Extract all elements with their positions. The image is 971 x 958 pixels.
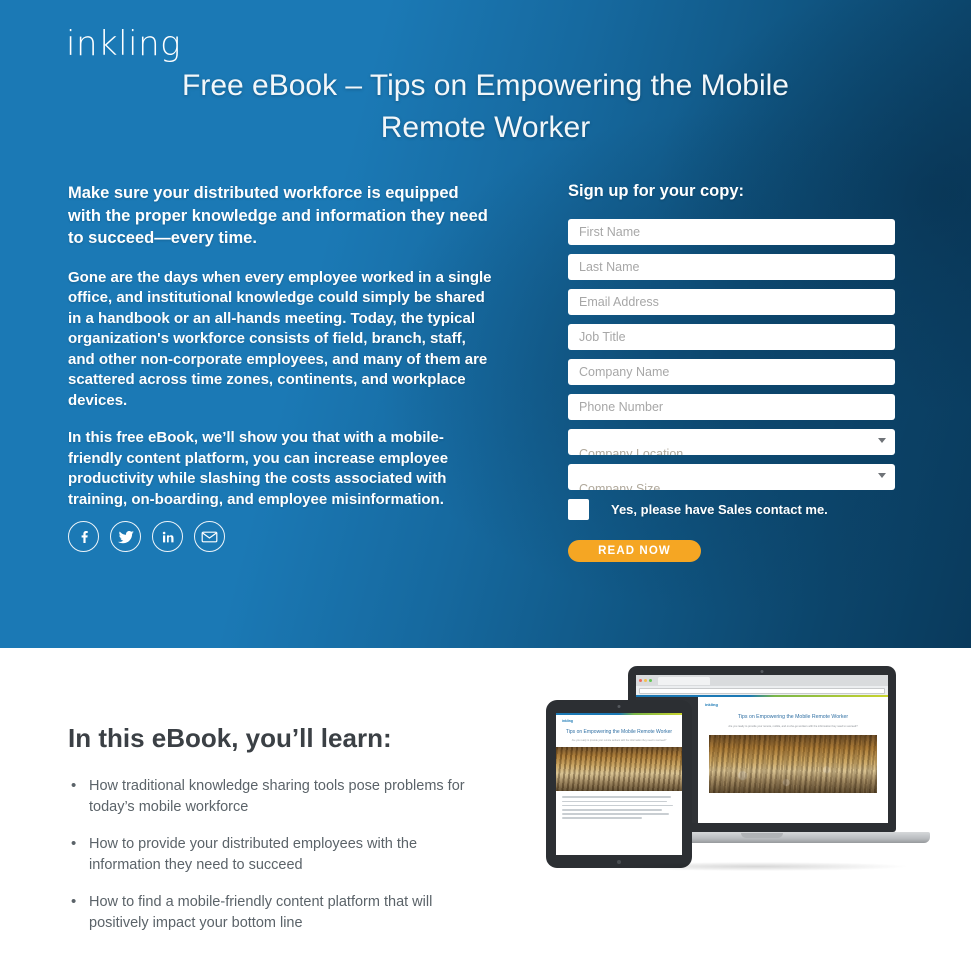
company-name-input[interactable] (568, 359, 895, 385)
social-link-twitter[interactable] (110, 521, 141, 552)
browser-url-field (639, 687, 885, 694)
company-location-select-wrap: Company Location (568, 429, 895, 455)
list-item: How traditional knowledge sharing tools … (68, 775, 488, 818)
company-size-select-wrap: Company Size (568, 464, 895, 490)
ebook-content: inkling Tips on Empowering the Mobile Re… (698, 697, 888, 823)
device-mockup-image: inkling Tips on Empowering the Mobile Re… (546, 666, 946, 886)
sales-contact-label: Yes, please have Sales contact me. (611, 502, 828, 517)
facebook-icon (77, 530, 91, 544)
read-now-button[interactable]: READ NOW (568, 540, 701, 562)
first-name-input[interactable] (568, 219, 895, 245)
job-title-input[interactable] (568, 324, 895, 350)
chevron-down-icon (878, 473, 886, 478)
browser-address-bar (636, 686, 888, 695)
browser-tab-bar (636, 675, 888, 686)
browser-tab (658, 676, 710, 685)
tablet-crowd-photo (556, 747, 682, 792)
last-name-input[interactable] (568, 254, 895, 280)
learn-section: In this eBook, you’ll learn: How traditi… (0, 648, 971, 958)
twitter-icon (117, 530, 134, 544)
social-share-row (68, 521, 225, 552)
ebook-logo: inkling (705, 702, 718, 707)
company-location-select-value: Company Location (579, 448, 684, 455)
hero-lead-paragraph: Make sure your distributed workforce is … (68, 184, 488, 247)
tablet-camera-icon (617, 705, 621, 708)
phone-number-input[interactable] (568, 394, 895, 420)
tablet-ebook-subtitle: Are you ready to provide your remote wor… (571, 739, 667, 742)
hero-section: inkling Free eBook – Tips on Empowering … (0, 0, 971, 648)
window-minimize-icon (644, 679, 647, 682)
sales-contact-row: Yes, please have Sales contact me. (568, 499, 895, 520)
hero-paragraph-2: Gone are the days when every employee wo… (68, 268, 492, 409)
list-item: How to provide your distributed employee… (68, 833, 488, 876)
tablet-mockup: inkling Tips on Empowering the Mobile Re… (546, 700, 692, 868)
form-heading: Sign up for your copy: (568, 182, 744, 200)
ebook-subtitle: Are you ready to provide your remote, mo… (728, 725, 858, 728)
signup-form: Sign up for your copy: Company Location … (568, 182, 895, 562)
social-link-facebook[interactable] (68, 521, 99, 552)
company-location-select[interactable]: Company Location (568, 429, 895, 455)
social-link-email[interactable] (194, 521, 225, 552)
mockup-shadow (606, 862, 906, 871)
laptop-camera-icon (760, 670, 764, 673)
chevron-down-icon (878, 438, 886, 443)
social-link-linkedin[interactable] (152, 521, 183, 552)
window-maximize-icon (649, 679, 652, 682)
learn-bullet-list: How traditional knowledge sharing tools … (68, 775, 488, 950)
tablet-screen: inkling Tips on Empowering the Mobile Re… (556, 713, 682, 855)
sales-contact-checkbox[interactable] (568, 499, 589, 520)
tablet-ebook-title: Tips on Empowering the Mobile Remote Wor… (565, 729, 673, 735)
ebook-title: Tips on Empowering the Mobile Remote Wor… (737, 714, 849, 720)
window-close-icon (639, 679, 642, 682)
linkedin-icon (161, 530, 175, 544)
inkling-logo[interactable]: inkling (66, 24, 181, 64)
email-address-input[interactable] (568, 289, 895, 315)
company-size-select[interactable]: Company Size (568, 464, 895, 490)
tablet-ebook-logo: inkling (562, 719, 573, 723)
list-item: How to find a mobile-friendly content pl… (68, 891, 488, 934)
email-icon (201, 530, 218, 543)
page-title: Free eBook – Tips on Empowering the Mobi… (182, 69, 789, 144)
laptop-notch (741, 833, 783, 838)
hero-paragraph-3: In this free eBook, we’ll show you that … (68, 429, 449, 508)
ebook-crowd-photo (708, 735, 878, 793)
company-size-select-value: Company Size (579, 483, 661, 490)
learn-title: In this eBook, you’ll learn: (68, 723, 392, 753)
hero-copy: Make sure your distributed workforce is … (68, 182, 492, 527)
